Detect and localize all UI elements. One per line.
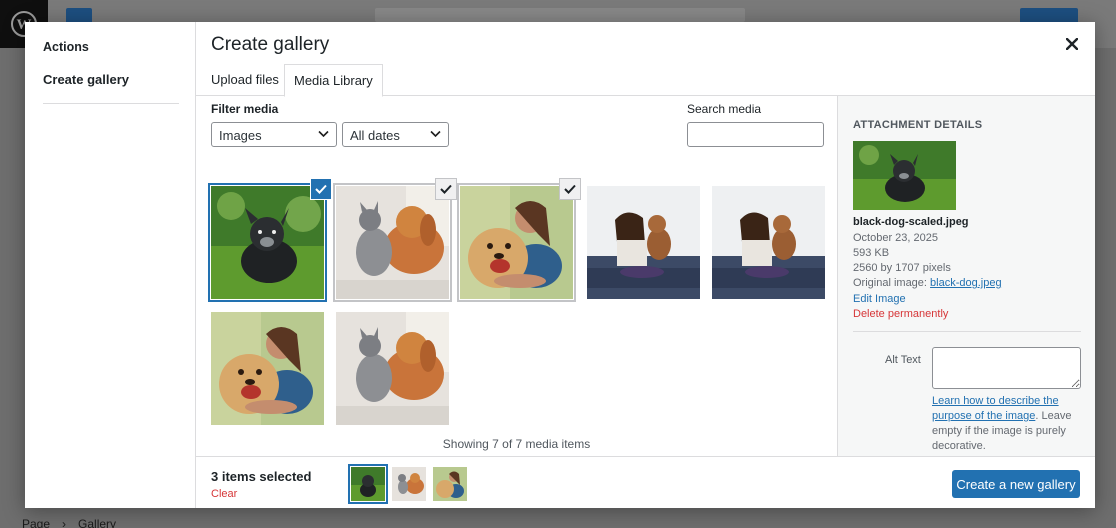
clear-selection-link[interactable]: Clear: [211, 488, 237, 500]
attachment-details-heading: ATTACHMENT DETAILS: [853, 119, 983, 131]
menu-separator: [43, 103, 179, 104]
close-icon: [1066, 38, 1078, 50]
attachment-date: October 23, 2025: [853, 232, 939, 244]
original-image-label: Original image:: [853, 277, 931, 289]
selection-thumbnail-black-dog[interactable]: [351, 467, 385, 501]
modal-title: Create gallery: [211, 34, 330, 55]
media-thumbnail-cat-and-dog[interactable]: [336, 178, 457, 299]
modal-menu: Actions Create gallery: [25, 22, 196, 508]
media-grid: [196, 96, 837, 456]
attachment-filename: black-dog-scaled.jpeg: [853, 216, 969, 228]
menu-item-create-gallery[interactable]: Create gallery: [43, 72, 129, 87]
media-thumbnail-woman-hugging-dog[interactable]: [460, 178, 581, 299]
attachment-preview: [853, 141, 956, 210]
original-image-link[interactable]: black-dog.jpeg: [930, 277, 1002, 289]
selection-toolbar: 3 items selected Clear Create a new gall…: [196, 456, 1095, 508]
selection-count: 3 items selected: [211, 469, 312, 484]
media-thumbnail-woman-on-couch[interactable]: [587, 186, 700, 299]
tab-bar: Upload files Media Library: [196, 64, 1095, 97]
document-title-bar[interactable]: [375, 8, 745, 22]
close-button[interactable]: [1060, 32, 1084, 56]
breadcrumb-item[interactable]: Gallery: [78, 517, 116, 528]
selected-check-icon[interactable]: [435, 178, 457, 200]
tab-media-library[interactable]: Media Library: [284, 64, 383, 97]
alt-text-label: Alt Text: [885, 354, 921, 366]
delete-permanently-link[interactable]: Delete permanently: [853, 308, 948, 320]
chevron-right-icon: ›: [62, 517, 67, 528]
selected-check-icon[interactable]: [310, 178, 332, 200]
media-count-text: Showing 7 of 7 media items: [442, 437, 591, 451]
media-thumbnail-cat-and-dog[interactable]: [336, 312, 449, 425]
alt-text-field[interactable]: [932, 347, 1081, 389]
menu-heading: Actions: [43, 40, 89, 54]
edit-image-link[interactable]: Edit Image: [853, 293, 906, 305]
media-thumbnail-black-dog[interactable]: [211, 178, 332, 299]
selection-thumbnail-woman-hugging-dog[interactable]: [433, 467, 467, 501]
media-modal: Actions Create gallery Create gallery Up…: [25, 22, 1095, 508]
alt-text-help: Learn how to describe the purpose of the…: [932, 394, 1082, 454]
media-thumbnail-woman-hugging-dog[interactable]: [211, 312, 324, 425]
create-gallery-button[interactable]: Create a new gallery: [952, 470, 1080, 498]
breadcrumb-item[interactable]: Page: [22, 517, 50, 528]
sidebar-separator: [853, 331, 1081, 332]
breadcrumb: Page › Gallery: [0, 508, 1116, 528]
selected-check-icon[interactable]: [559, 178, 581, 200]
attachment-dimensions: 2560 by 1707 pixels: [853, 262, 951, 274]
tab-upload-files[interactable]: Upload files: [202, 64, 288, 96]
selection-thumbnail-cat-and-dog[interactable]: [392, 467, 426, 501]
media-thumbnail-woman-on-couch[interactable]: [712, 186, 825, 299]
attachment-filesize: 593 KB: [853, 247, 890, 259]
attachment-details-panel: ATTACHMENT DETAILS black-dog-scaled.jpeg…: [837, 96, 1095, 456]
attachment-original: Original image: black-dog.jpeg: [853, 277, 1002, 289]
